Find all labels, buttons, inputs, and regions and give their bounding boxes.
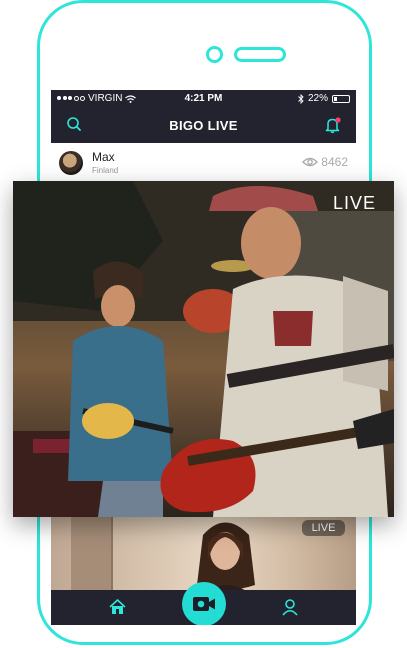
user-icon[interactable] — [281, 598, 299, 616]
avatar[interactable] — [59, 151, 83, 175]
status-bar: VIRGIN 4:21 PM 22% — [51, 90, 356, 108]
background-door — [71, 515, 113, 600]
stream-video — [13, 181, 394, 517]
stream-list-item[interactable]: Max Finland 8462 — [51, 143, 356, 181]
app-header: BIGO LIVE — [51, 108, 356, 143]
go-live-button[interactable] — [182, 582, 226, 625]
bottom-tab-bar — [51, 582, 356, 625]
video-camera-icon — [193, 597, 215, 611]
featured-live-stream[interactable]: LIVE — [13, 181, 394, 517]
home-icon[interactable] — [108, 598, 127, 616]
app-title: BIGO LIVE — [169, 118, 238, 133]
battery-icon — [332, 94, 350, 103]
streamer-name: Max — [92, 150, 115, 164]
viewer-count: 8462 — [302, 155, 348, 169]
front-camera — [206, 46, 223, 63]
status-right: 22% — [298, 93, 350, 104]
earpiece-speaker — [234, 47, 286, 62]
viewer-count-value: 8462 — [321, 155, 348, 169]
eye-icon — [302, 157, 319, 167]
bluetooth-icon — [298, 93, 304, 104]
streamer-location: Finland — [92, 166, 119, 175]
bell-icon[interactable] — [324, 116, 342, 134]
live-badge: LIVE — [302, 520, 345, 536]
battery-percent: 22% — [307, 93, 328, 104]
live-badge: LIVE — [332, 193, 376, 213]
